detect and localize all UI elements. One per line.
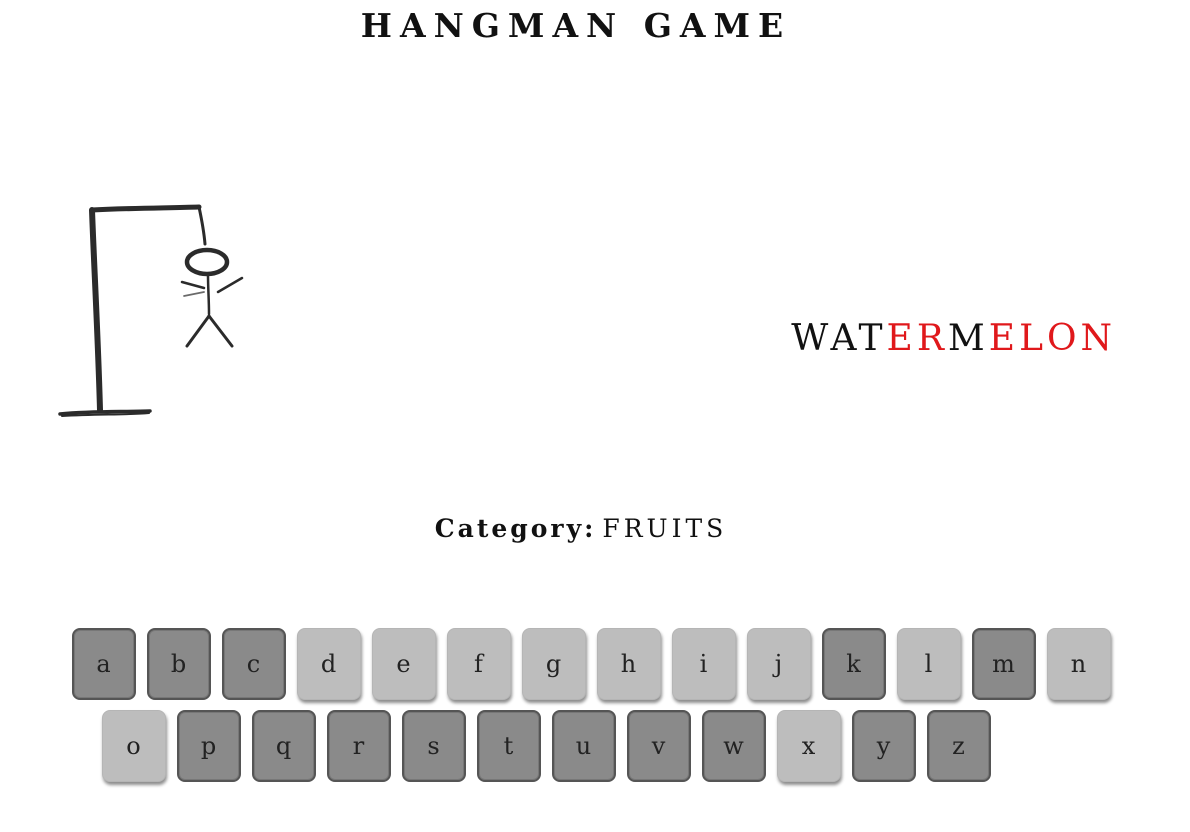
hangman-right-leg — [207, 314, 234, 348]
hangman-head — [184, 247, 230, 277]
letter-key-a[interactable]: a — [71, 628, 136, 700]
letter-key-r[interactable]: r — [326, 710, 391, 782]
letter-key-f[interactable]: f — [446, 628, 511, 700]
category-display: Category: FRUITS — [0, 514, 1162, 543]
letter-key-h[interactable]: h — [596, 628, 661, 700]
letter-key-k[interactable]: k — [821, 628, 886, 700]
letter-key-i[interactable]: i — [671, 628, 736, 700]
letter-key-g[interactable]: g — [521, 628, 586, 700]
category-value: FRUITS — [602, 514, 728, 543]
letter-keyboard: abcdefghijklmn opqrstuvwxyz — [0, 628, 1190, 792]
gallows-post — [89, 207, 103, 413]
page-title: HANGMAN GAME — [360, 6, 792, 45]
letter-key-w[interactable]: w — [701, 710, 766, 782]
letter-key-l[interactable]: l — [896, 628, 961, 700]
letter-key-o[interactable]: o — [101, 710, 166, 782]
letter-key-v[interactable]: v — [626, 710, 691, 782]
word-display: WATERMELON — [791, 318, 1116, 359]
hangman-game: HANGMAN GAME WATERMELON Category: FRUITS… — [0, 0, 1190, 832]
word-letter-guessed: T — [858, 318, 887, 359]
word-letter-missed: E — [886, 318, 917, 359]
gallows-rope — [197, 205, 207, 246]
letter-key-m[interactable]: m — [971, 628, 1036, 700]
hangman-left-leg — [185, 314, 211, 348]
hangman-gallows-icon — [58, 204, 244, 417]
letter-key-u[interactable]: u — [551, 710, 616, 782]
hangman-left-arm — [180, 280, 206, 290]
word-letter-guessed: M — [947, 318, 989, 359]
word-letter-missed: O — [1046, 318, 1081, 359]
keyboard-row: abcdefghijklmn — [0, 628, 1190, 700]
letter-key-y[interactable]: y — [851, 710, 916, 782]
letter-key-b[interactable]: b — [146, 628, 211, 700]
letter-key-s[interactable]: s — [401, 710, 466, 782]
letter-key-n[interactable]: n — [1046, 628, 1111, 700]
letter-key-e[interactable]: e — [371, 628, 436, 700]
letter-key-j[interactable]: j — [746, 628, 811, 700]
word-letter-missed: L — [1019, 318, 1047, 359]
word-letter-missed: R — [916, 318, 948, 359]
letter-key-x[interactable]: x — [776, 710, 841, 782]
letter-key-z[interactable]: z — [926, 710, 991, 782]
word-letter-missed: E — [988, 318, 1020, 359]
word-letter-guessed: W — [791, 318, 831, 359]
letter-key-t[interactable]: t — [476, 710, 541, 782]
gallows-beam — [89, 204, 202, 213]
letter-key-d[interactable]: d — [296, 628, 361, 700]
category-label: Category: — [434, 514, 597, 543]
word-letter-missed: N — [1080, 318, 1116, 359]
word-letter-guessed: A — [830, 318, 859, 359]
letter-key-p[interactable]: p — [176, 710, 241, 782]
hangman-body — [206, 273, 211, 316]
keyboard-row: opqrstuvwxyz — [0, 710, 1190, 782]
letter-key-q[interactable]: q — [251, 710, 316, 782]
hangman-right-arm — [216, 276, 244, 294]
letter-key-c[interactable]: c — [221, 628, 286, 700]
